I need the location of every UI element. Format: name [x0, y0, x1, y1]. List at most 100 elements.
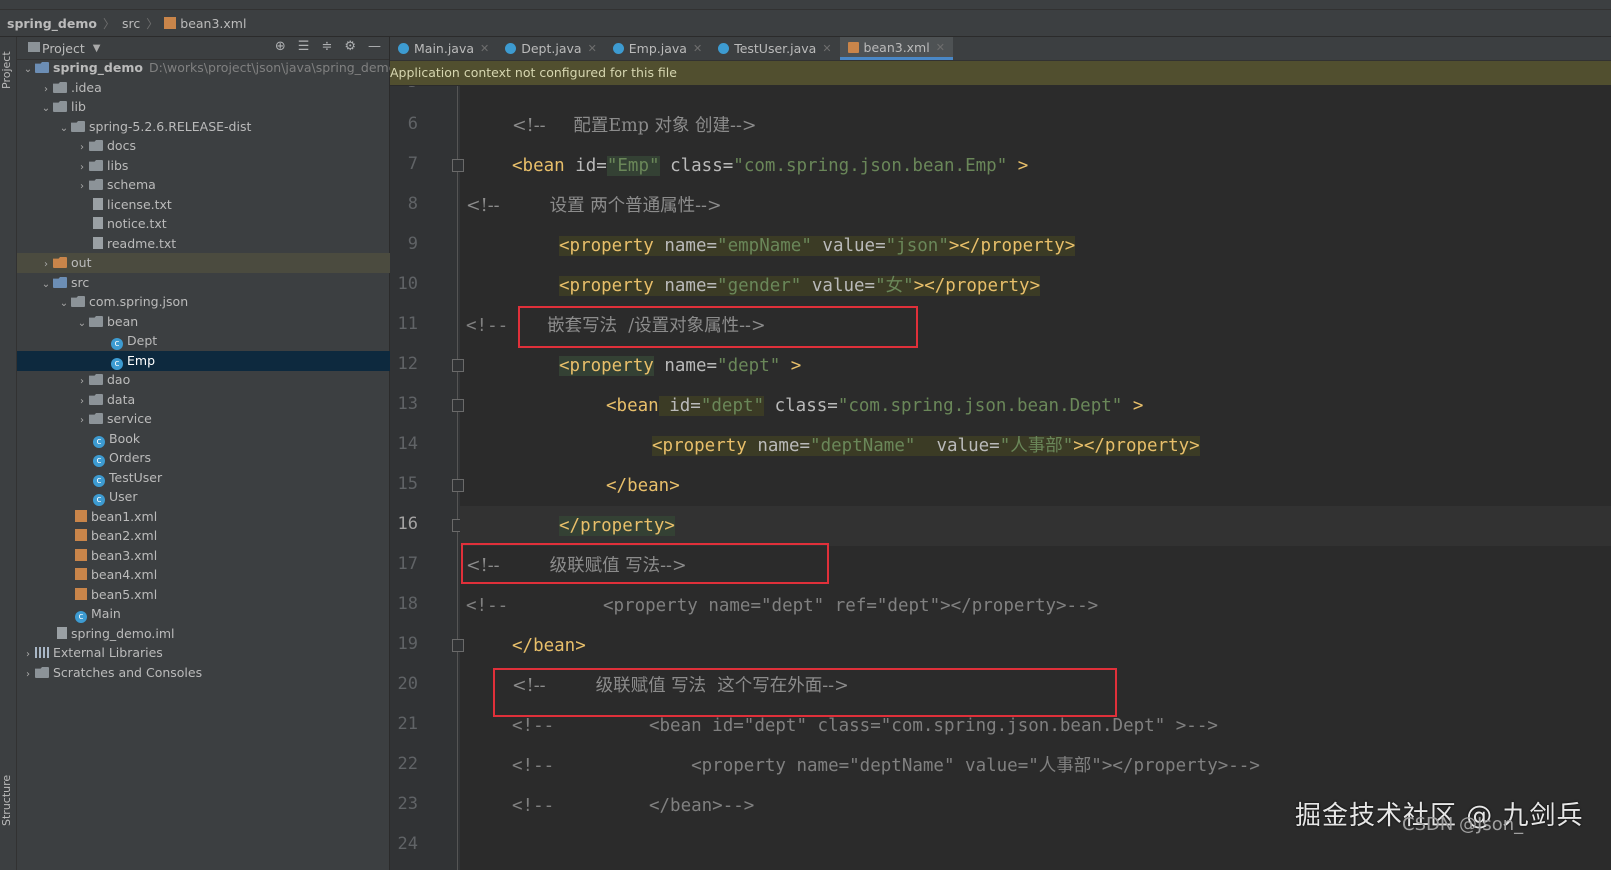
project-panel-title[interactable]: Project	[42, 41, 85, 56]
tree-item-src[interactable]: ⌄ src	[17, 273, 411, 293]
tab-main-java[interactable]: Main.java ✕	[390, 37, 497, 60]
line-number: 14	[397, 434, 418, 454]
java-class-icon: c	[93, 436, 105, 448]
folder-icon	[71, 121, 85, 132]
line-number: 22	[397, 754, 418, 774]
folder-icon	[89, 179, 103, 190]
source-folder-icon	[53, 277, 67, 288]
tree-item-iml[interactable]: spring_demo.iml	[17, 624, 429, 644]
java-class-icon: c	[75, 611, 87, 623]
tree-item-bean1[interactable]: bean1.xml	[17, 507, 447, 527]
tree-item-schema[interactable]: › schema	[17, 175, 447, 195]
java-class-icon	[612, 43, 624, 54]
tree-item-dao[interactable]: › dao	[17, 370, 447, 390]
tree-item-lib[interactable]: ⌄ lib	[17, 97, 411, 117]
java-class-icon	[398, 43, 409, 54]
chevron-down-icon[interactable]: ⌄	[21, 60, 35, 80]
line-number: 20	[397, 674, 418, 694]
tab-emp-java[interactable]: Emp.java ✕	[605, 37, 710, 60]
close-icon[interactable]: ✕	[822, 42, 831, 55]
tab-dept-java[interactable]: Dept.java ✕	[497, 37, 605, 60]
chevron-right-icon[interactable]: ›	[39, 255, 53, 275]
tree-item-libs[interactable]: › libs	[17, 156, 447, 176]
close-icon[interactable]: ✕	[588, 42, 597, 55]
tree-item-external-libraries[interactable]: › External Libraries	[17, 643, 393, 663]
tab-bean3-xml[interactable]: bean3.xml ✕	[839, 37, 953, 60]
tab-testuser-java[interactable]: TestUser.java ✕	[710, 37, 839, 60]
folder-icon	[89, 160, 103, 171]
project-tool-tab[interactable]: Project	[0, 45, 16, 95]
java-class-icon: c	[93, 494, 105, 506]
chevron-right-icon[interactable]: ›	[75, 138, 89, 158]
structure-tool-tab[interactable]: Structure	[0, 765, 16, 835]
module-folder-icon	[35, 62, 49, 73]
code-editor[interactable]: 5 6 7 8 9 10 11 12 13 14 15 16 17 18 19 …	[390, 86, 1611, 870]
close-icon[interactable]: ✕	[480, 42, 489, 55]
breadcrumb-project[interactable]: spring_demo	[7, 16, 97, 31]
java-class-icon: c	[111, 338, 123, 350]
xml-file-icon	[847, 41, 859, 53]
breadcrumb-folder[interactable]: src	[122, 16, 140, 31]
expand-all-icon[interactable]: ☰	[298, 39, 310, 54]
chevron-down-icon[interactable]: ⌄	[57, 294, 71, 314]
tree-item-bean5[interactable]: bean5.xml	[17, 585, 447, 605]
line-number: 8	[407, 194, 418, 214]
code-line: <property name="gender" value="女"></prop…	[559, 276, 1041, 296]
tree-item-bean[interactable]: ⌄ bean	[17, 312, 447, 332]
gear-icon[interactable]: ⚙	[344, 39, 356, 54]
tree-item-bean2[interactable]: bean2.xml	[17, 526, 447, 546]
xml-file-icon	[75, 510, 87, 522]
line-number: 21	[397, 714, 418, 734]
tree-item-bean4[interactable]: bean4.xml	[17, 565, 447, 585]
xml-file-icon	[164, 17, 177, 29]
tree-item-scratches[interactable]: › Scratches and Consoles	[17, 663, 393, 683]
java-class-icon	[718, 43, 730, 54]
code-line: <!-- <property name="dept" ref="dept"></…	[466, 596, 1099, 616]
line-number: 24	[397, 834, 418, 854]
line-number: 12	[397, 354, 418, 374]
tree-item-project-root[interactable]: ⌄ spring_demo D:\works\project\json\java\s…	[17, 58, 397, 80]
xml-file-icon	[75, 529, 87, 541]
folder-icon	[89, 140, 103, 151]
annotation-box	[461, 543, 829, 584]
chevron-right-icon[interactable]: ›	[75, 177, 89, 197]
tree-item-bean3[interactable]: bean3.xml	[17, 546, 447, 566]
tree-item-spring-dist[interactable]: ⌄ spring-5.2.6.RELEASE-dist	[17, 117, 429, 137]
line-number: 13	[397, 394, 418, 414]
chevron-right-icon[interactable]: ›	[75, 411, 89, 431]
chevron-right-icon[interactable]: ›	[21, 665, 35, 685]
project-view-icon	[28, 42, 40, 52]
code-line: <!-- 设置 两个普通属性-->	[466, 196, 722, 216]
locate-icon[interactable]: ⊕	[275, 39, 286, 54]
tree-item-docs[interactable]: › docs	[17, 136, 447, 156]
chevron-right-icon: 〉	[102, 16, 115, 31]
scratches-icon	[35, 667, 49, 678]
project-panel: Project ▼ ⊕ ☰ ≑ ⚙ — ⌄ spring_demo D:\works…	[17, 37, 483, 870]
tree-item-idea[interactable]: › .idea	[17, 78, 411, 98]
excluded-folder-icon	[53, 257, 67, 268]
chevron-right-icon[interactable]: ›	[21, 645, 35, 665]
collapse-all-icon[interactable]: ≑	[321, 39, 332, 54]
code-line: <property name="dept" >	[559, 356, 802, 376]
tree-item-out[interactable]: › out	[17, 253, 411, 273]
chevron-right-icon[interactable]: ›	[75, 372, 89, 392]
line-number: 7	[407, 154, 418, 174]
line-number: 16	[397, 514, 418, 534]
tree-item-service[interactable]: › service	[17, 409, 447, 429]
code-line: </bean>	[512, 636, 586, 656]
breadcrumb-file[interactable]: bean3.xml	[180, 16, 246, 31]
module-file-icon	[57, 627, 67, 639]
tree-item-data[interactable]: › data	[17, 390, 447, 410]
tree-item-main[interactable]: c Main	[17, 604, 447, 624]
line-number: 11	[397, 314, 418, 334]
chevron-down-icon[interactable]: ⌄	[39, 99, 53, 119]
tree-item-package[interactable]: ⌄ com.spring.json	[17, 292, 429, 312]
close-icon[interactable]: ✕	[693, 42, 702, 55]
minimize-icon[interactable]: —	[368, 39, 381, 54]
chevron-down-icon[interactable]: ▼	[93, 43, 101, 54]
package-icon	[89, 374, 103, 385]
annotation-box	[518, 306, 918, 348]
close-icon[interactable]: ✕	[936, 41, 945, 54]
code-line-current: </property>	[460, 506, 1611, 546]
package-icon	[71, 296, 85, 307]
